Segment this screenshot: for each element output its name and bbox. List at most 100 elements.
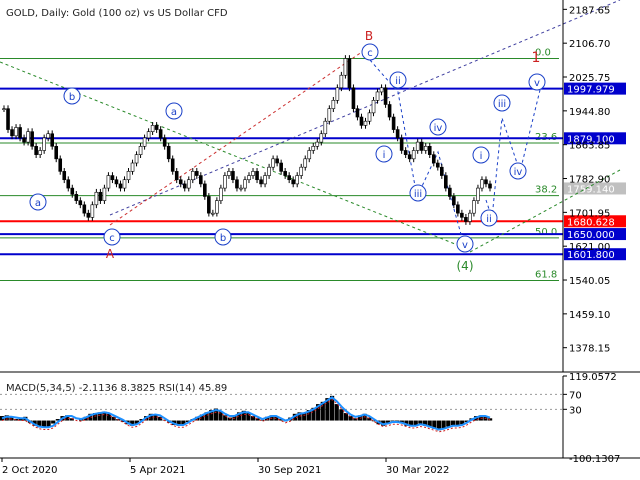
macd-histogram-bar <box>446 420 451 427</box>
candle-body <box>456 204 460 214</box>
candle-body <box>150 125 155 132</box>
candle-body <box>126 171 131 181</box>
candle-body <box>383 87 388 105</box>
candle-body <box>50 133 54 147</box>
candle-body <box>267 166 271 176</box>
candle-body <box>102 187 107 201</box>
y-tick-label: 1459.10 <box>569 310 610 321</box>
candle-body <box>243 179 247 189</box>
candle-body <box>460 212 464 218</box>
candle-body <box>271 158 275 168</box>
wave-letter: A <box>106 247 115 261</box>
candle-body <box>170 158 175 172</box>
macd-histogram-bar <box>334 404 339 421</box>
candle-body <box>199 175 203 185</box>
candle-body <box>110 175 115 181</box>
candle-body <box>275 158 279 164</box>
chart-title: GOLD, Daily: Gold (100 oz) vs US Dollar … <box>6 8 228 19</box>
candle-body <box>10 129 14 137</box>
y-tick-label: 1863.85 <box>569 141 610 152</box>
candle-body <box>399 137 404 151</box>
candle-body <box>435 162 440 168</box>
macd-y-tick-label: -100.1307 <box>569 454 620 465</box>
fib-level-label: 61.8 <box>535 269 557 280</box>
candle-body <box>251 171 255 176</box>
x-tick-label: 2 Oct 2020 <box>2 465 57 476</box>
wave-label: b <box>220 233 226 244</box>
candle-body <box>74 194 79 201</box>
candle-body <box>235 179 239 189</box>
candle-body <box>106 175 111 189</box>
candle-body <box>34 145 38 155</box>
candle-body <box>207 196 211 214</box>
candle-body <box>54 145 59 160</box>
wave-label: ii <box>486 214 492 225</box>
candle-body <box>279 162 283 172</box>
candle-body <box>130 162 135 172</box>
candle-body <box>166 145 171 160</box>
candle-body <box>440 166 444 176</box>
candle-body <box>415 141 420 151</box>
macd-histogram-bar <box>348 416 353 421</box>
candle-body <box>375 91 380 101</box>
candle-body <box>379 87 384 93</box>
candle-body <box>114 179 119 185</box>
candle-body <box>66 179 71 189</box>
y-tick-label: 1540.05 <box>569 276 610 287</box>
candle-body <box>307 150 312 160</box>
candle-body <box>178 179 183 185</box>
candle-body <box>94 191 99 206</box>
candle-body <box>323 120 328 135</box>
candle-body <box>255 171 259 181</box>
candle-body <box>371 100 376 114</box>
candle-body <box>182 183 187 189</box>
wave-label: ii <box>395 76 401 87</box>
macd-title: MACD(5,34,5) -2.1136 8.3825 RSI(14) 45.8… <box>6 383 227 394</box>
gold-daily-chart: 0.023.638.250.061.8 1997.9791879.1001759… <box>0 0 640 480</box>
macd-y-tick-label: 119.0572 <box>569 372 617 383</box>
candle-body <box>355 108 360 118</box>
candle-body <box>58 158 63 172</box>
candle-body <box>387 104 392 118</box>
candle-body <box>283 171 287 176</box>
wave-label: c <box>109 233 115 244</box>
macd-histogram-bar <box>46 420 51 427</box>
candle-body <box>448 187 452 197</box>
macd-y-tick-label: 70 <box>569 390 582 401</box>
candle-body <box>339 74 344 89</box>
candle-body <box>359 116 364 126</box>
candle-body <box>6 108 10 130</box>
candle-body <box>476 187 480 201</box>
candle-body <box>158 129 163 139</box>
candle-body <box>194 171 199 176</box>
candle-body <box>22 137 26 143</box>
y-tick-label: 1621.00 <box>569 242 610 253</box>
candle-body <box>78 200 83 206</box>
macd-histogram-bar <box>51 420 56 424</box>
wave-label: iv <box>514 167 523 178</box>
macd-histogram-bar <box>343 413 349 421</box>
wave-label: iii <box>498 99 506 110</box>
candle-body <box>315 141 320 147</box>
candle-body <box>42 137 46 151</box>
candle-body <box>162 137 167 147</box>
candle-body <box>299 166 304 176</box>
candle-body <box>211 212 215 215</box>
candle-body <box>46 133 50 139</box>
candle-body <box>118 183 123 189</box>
candle-body <box>367 112 372 122</box>
candle-body <box>259 179 263 185</box>
candle-body <box>14 127 18 137</box>
candle-body <box>190 171 195 181</box>
candle-body <box>86 212 91 218</box>
level-price-label: 1650.000 <box>567 230 615 241</box>
candle-body <box>431 154 436 164</box>
fib-level-label: 50.0 <box>535 227 557 238</box>
wave-label: c <box>367 48 373 59</box>
candle-body <box>347 58 352 89</box>
candle-body <box>287 175 291 181</box>
y-tick-label: 2187.65 <box>569 5 610 16</box>
y-tick-label: 1701.95 <box>569 208 610 219</box>
candle-body <box>419 141 424 151</box>
macd-y-tick-label: 30 <box>569 405 582 416</box>
